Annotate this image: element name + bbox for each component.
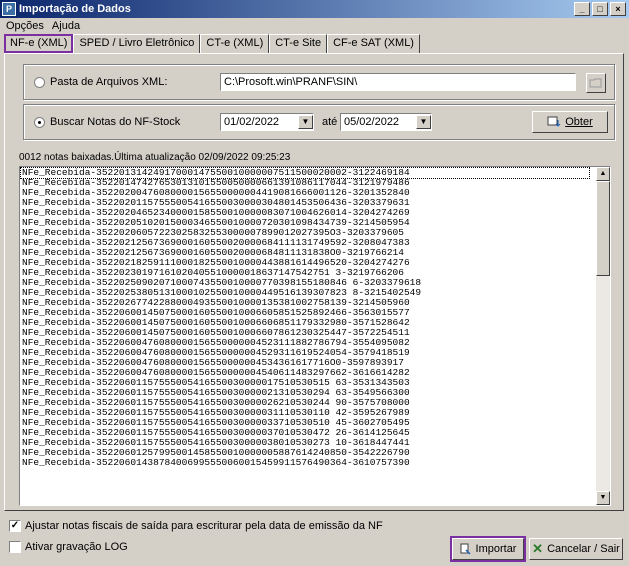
file-list-item[interactable]: NFe_Recebida-352202538051310001025500100…: [21, 288, 589, 298]
file-list-item[interactable]: NFe_Recebida-352206001450750001605500100…: [21, 308, 589, 318]
menu-bar: Opções Ajuda: [0, 18, 629, 33]
file-list-item[interactable]: NFe_Recebida-352206004760800001565500000…: [21, 368, 589, 378]
file-list-item[interactable]: NFe_Recebida-352201474276530131015500500…: [21, 178, 589, 188]
tab-cte-xml[interactable]: CT-e (XML): [200, 34, 270, 53]
title-bar: P Importação de Dados _ □ ×: [0, 0, 629, 18]
tab-nfe-xml[interactable]: NF-e (XML): [4, 34, 74, 53]
file-list-item[interactable]: NFe_Recebida-352202677422880004935500100…: [21, 298, 589, 308]
folder-path-field[interactable]: C:\Prosoft.win\PRANF\SIN\: [220, 73, 576, 91]
menu-opcoes[interactable]: Opções: [6, 20, 44, 32]
file-list-item[interactable]: NFe_Recebida-352202004760800001565500000…: [21, 188, 589, 198]
download-icon: [547, 116, 561, 127]
app-icon: P: [2, 2, 16, 16]
tab-strip: NF-e (XML) SPED / Livro Eletrônico CT-e …: [4, 34, 420, 53]
date-from-dropdown[interactable]: ▼: [298, 115, 313, 129]
file-list-item[interactable]: NFe_Recebida-352206011575550054165500300…: [21, 378, 589, 388]
file-list-item[interactable]: NFe_Recebida-352202060572230258325530000…: [21, 228, 589, 238]
file-list-item[interactable]: NFe_Recebida-352206011575550054165500300…: [21, 408, 589, 418]
file-list-item[interactable]: NFe_Recebida-352202046523400001585500100…: [21, 208, 589, 218]
scroll-up-button[interactable]: ▲: [596, 167, 610, 181]
obter-button[interactable]: Obter: [532, 111, 608, 133]
stock-label: Buscar Notas do NF-Stock: [50, 116, 181, 128]
file-list-item[interactable]: NFe_Recebida-352206011575550054165500300…: [21, 438, 589, 448]
file-list[interactable]: NFe_Recebida-352201314249170001475500100…: [19, 166, 611, 506]
tab-cfe-sat[interactable]: CF-e SAT (XML): [327, 34, 420, 53]
file-list-item[interactable]: NFe_Recebida-352206014387840069955500600…: [21, 458, 589, 468]
file-list-item[interactable]: NFe_Recebida-352202051020150003465500100…: [21, 218, 589, 228]
scroll-thumb[interactable]: [596, 181, 610, 276]
import-button[interactable]: Importar: [450, 536, 526, 562]
import-icon: [460, 543, 471, 555]
folder-icon: [589, 78, 602, 88]
file-list-item[interactable]: NFe_Recebida-352206011575550054165500300…: [21, 428, 589, 438]
file-list-item[interactable]: NFe_Recebida-352206004760800001565500000…: [21, 338, 589, 348]
status-text: 0012 notas baixadas.Última atualização 0…: [19, 152, 291, 163]
folder-group: Pasta de Arquivos XML: C:\Prosoft.win\PR…: [23, 64, 615, 100]
adjust-checkbox[interactable]: ✓: [9, 520, 21, 532]
file-list-item[interactable]: NFe_Recebida-352201314249170001475500100…: [20, 167, 590, 179]
file-list-scrollbar[interactable]: ▲ ▼: [596, 167, 610, 505]
folder-radio[interactable]: [34, 77, 45, 88]
browse-folder-button[interactable]: [586, 73, 606, 93]
folder-label: Pasta de Arquivos XML:: [50, 76, 168, 88]
obter-button-label: Obter: [565, 116, 593, 128]
file-list-item[interactable]: NFe_Recebida-352202301971610204055100000…: [21, 268, 589, 278]
file-list-item[interactable]: NFe_Recebida-352202125673690001605500200…: [21, 248, 589, 258]
menu-ajuda[interactable]: Ajuda: [52, 20, 80, 32]
tab-cte-site[interactable]: CT-e Site: [269, 34, 328, 53]
date-to-dropdown[interactable]: ▼: [416, 115, 431, 129]
cancel-button[interactable]: ✕ Cancelar / Sair: [529, 538, 623, 560]
stock-radio[interactable]: [34, 117, 45, 128]
date-separator: até: [322, 116, 338, 128]
file-list-item[interactable]: NFe_Recebida-352202182591110001825500100…: [21, 258, 589, 268]
log-label: Ativar gravação LOG: [25, 541, 128, 553]
cancel-icon: ✕: [532, 541, 544, 556]
scroll-down-button[interactable]: ▼: [596, 491, 610, 505]
file-list-item[interactable]: NFe_Recebida-352206001450750001605500100…: [21, 318, 589, 328]
file-list-item[interactable]: NFe_Recebida-352206001450750001605500100…: [21, 328, 589, 338]
cancel-button-label: Cancelar / Sair: [547, 543, 620, 555]
minimize-button[interactable]: _: [574, 2, 590, 16]
file-list-item[interactable]: NFe_Recebida-352202011575550054165500300…: [21, 198, 589, 208]
file-list-item[interactable]: NFe_Recebida-352206011575550054165500300…: [21, 398, 589, 408]
maximize-button[interactable]: □: [592, 2, 608, 16]
file-list-item[interactable]: NFe_Recebida-352206004760800001565500000…: [21, 358, 589, 368]
file-list-item[interactable]: NFe_Recebida-352206011575550054165500300…: [21, 418, 589, 428]
file-list-item[interactable]: NFe_Recebida-352202509020710007435500100…: [21, 278, 589, 288]
close-button[interactable]: ×: [610, 2, 626, 16]
tab-sped[interactable]: SPED / Livro Eletrônico: [73, 34, 201, 53]
file-list-item[interactable]: NFe_Recebida-352206011575550054165500300…: [21, 388, 589, 398]
file-list-item[interactable]: NFe_Recebida-352206012579950014585500100…: [21, 448, 589, 458]
log-checkbox[interactable]: [9, 541, 21, 553]
stock-group: Buscar Notas do NF-Stock 01/02/2022 ▼ at…: [23, 104, 615, 140]
tab-panel: Pasta de Arquivos XML: C:\Prosoft.win\PR…: [4, 53, 624, 511]
file-list-item[interactable]: NFe_Recebida-352202125673690001605500200…: [21, 238, 589, 248]
adjust-label: Ajustar notas fiscais de saída para escr…: [25, 520, 383, 532]
file-list-rows: NFe_Recebida-352201314249170001475500100…: [20, 167, 590, 468]
file-list-item[interactable]: NFe_Recebida-352206004760800001565500000…: [21, 348, 589, 358]
window-title: Importação de Dados: [19, 3, 131, 15]
import-button-label: Importar: [475, 543, 517, 555]
